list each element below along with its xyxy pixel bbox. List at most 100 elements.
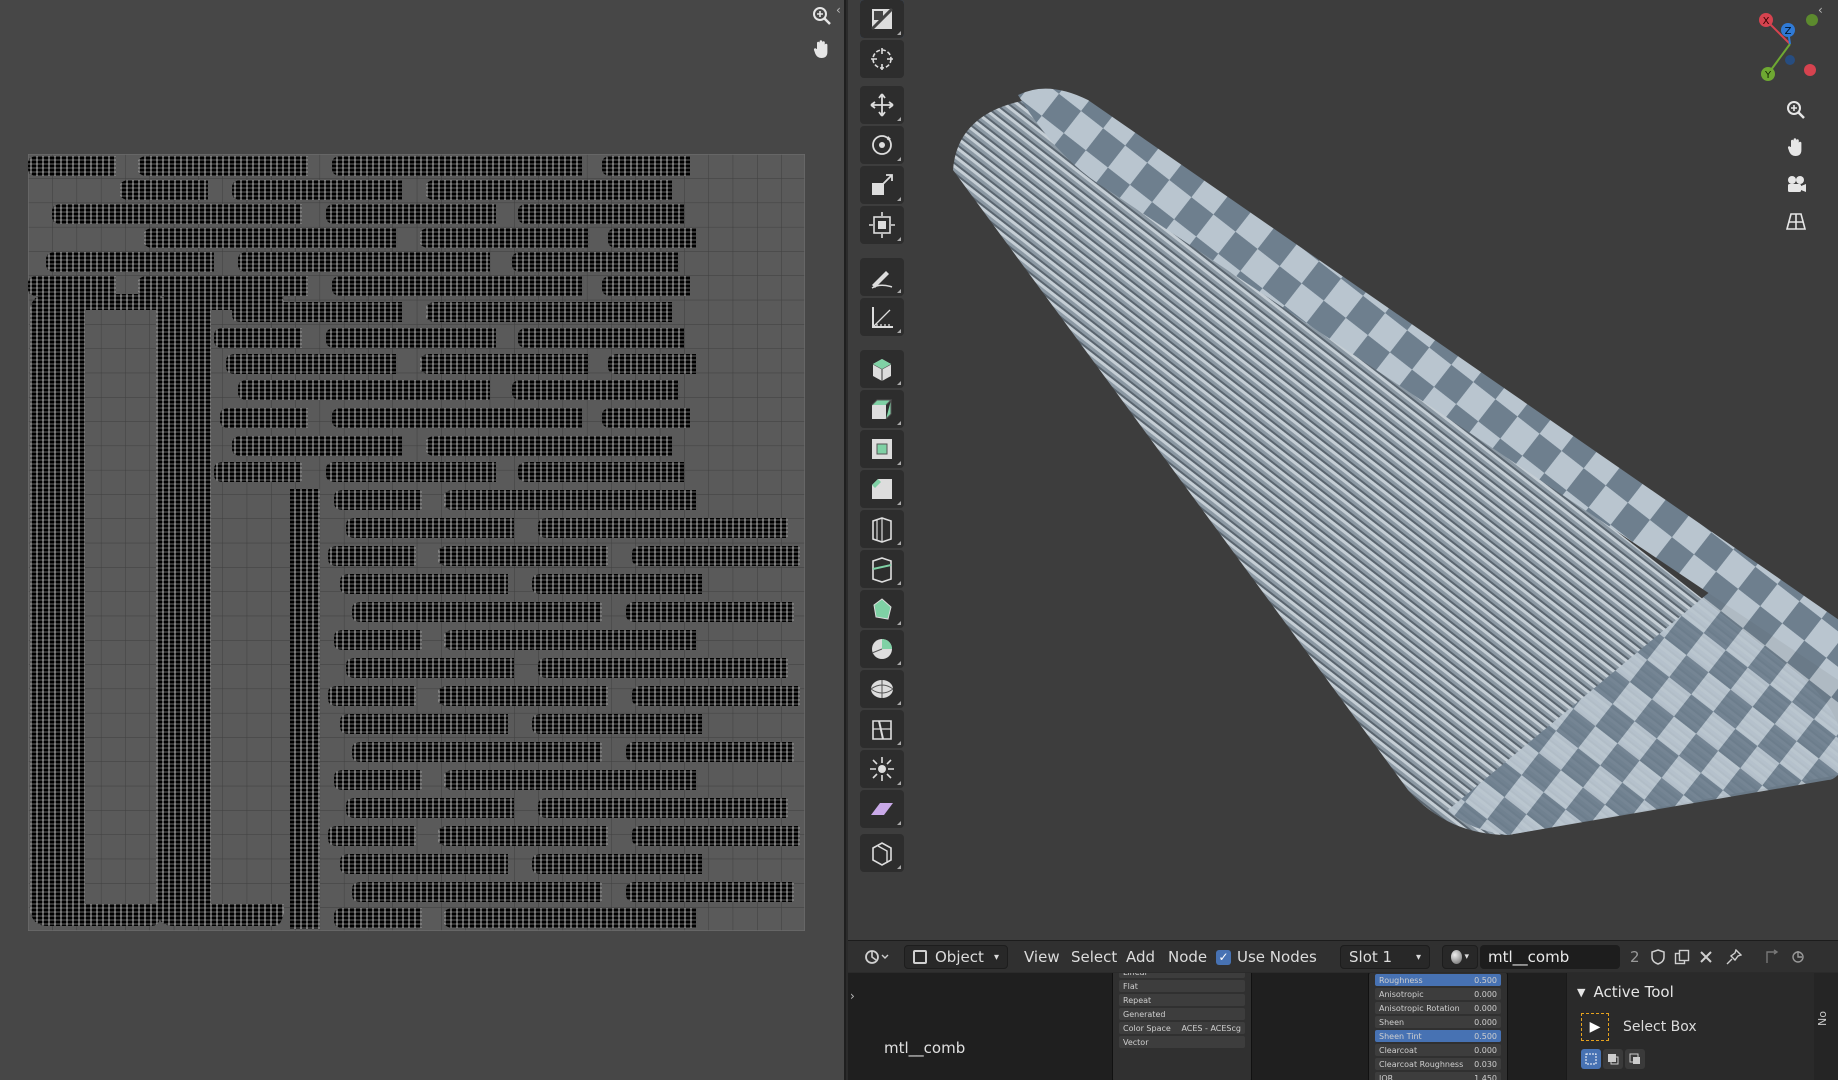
move-tool[interactable] <box>860 86 904 124</box>
measure-tool[interactable] <box>860 298 904 336</box>
scale-tool[interactable] <box>860 166 904 204</box>
node-socket-row[interactable]: Anisotropic Rotation 0.000 <box>1375 1002 1501 1014</box>
gizmo-neg-y[interactable] <box>1806 14 1818 26</box>
slot-dropdown[interactable]: Slot 1 ▾ <box>1340 945 1430 969</box>
select-box-icon[interactable]: ▶ <box>1581 1013 1609 1041</box>
node-socket-row[interactable]: Sheen Tint 0.500 <box>1375 1030 1501 1042</box>
3d-viewport[interactable]: X Z Y ‹ <box>848 0 1838 940</box>
duplicate-icon[interactable] <box>1670 945 1694 969</box>
node-socket-row[interactable]: Anisotropic 0.000 <box>1375 988 1501 1000</box>
uv-island <box>426 658 514 678</box>
inset-tool[interactable] <box>860 430 904 468</box>
node-socket-row[interactable]: Clearcoat Roughness 0.030 <box>1375 1058 1501 1070</box>
node-socket-row[interactable]: Flat <box>1119 980 1245 992</box>
principled-bsdf-node[interactable]: Roughness 0.500 Anisotropic 0.000 Anisotropi… <box>1368 973 1508 1080</box>
parent-node-tree-icon[interactable] <box>1760 945 1784 969</box>
image-texture-node[interactable]: Linear Flat Repeat Generated Color Space ACES… <box>1112 973 1252 1080</box>
menu-node[interactable]: Node <box>1168 945 1207 969</box>
gizmo-neg-x[interactable] <box>1804 64 1816 76</box>
collapse-toolbar-arrow-icon[interactable]: ‹ <box>836 3 841 17</box>
node-socket-row[interactable]: Repeat <box>1119 994 1245 1006</box>
uv-island <box>238 252 326 272</box>
smooth-tool[interactable] <box>860 670 904 708</box>
node-socket-row[interactable]: Sheen 0.000 <box>1375 1016 1501 1028</box>
mode-new-selection-icon[interactable] <box>1581 1049 1601 1069</box>
uv-island <box>438 686 526 706</box>
zoom-icon[interactable] <box>806 0 838 32</box>
chevron-down-icon: ▾ <box>1415 951 1421 963</box>
uv-island <box>346 798 434 818</box>
use-nodes-checkbox[interactable]: ✓ Use Nodes <box>1216 945 1317 969</box>
poly-build-tool[interactable] <box>860 590 904 628</box>
unlink-close-icon[interactable] <box>1694 945 1718 969</box>
node-editor-icon[interactable] <box>860 945 894 969</box>
menu-view[interactable]: View <box>1024 945 1060 969</box>
mode-extend-selection-icon[interactable] <box>1603 1049 1623 1069</box>
uv-editor[interactable]: ‹ <box>0 0 846 1080</box>
bevel-tool[interactable] <box>860 470 904 508</box>
object-mode-dropdown[interactable]: Object ▾ <box>904 945 1008 969</box>
uv-grid-canvas[interactable] <box>28 154 805 931</box>
zoom-icon[interactable] <box>1780 94 1812 126</box>
uv-island <box>432 882 520 902</box>
material-name-field[interactable]: mtl__comb <box>1480 945 1620 969</box>
submenu-corner-indicator <box>897 865 901 869</box>
node-socket-row[interactable]: Color Space ACES - ACEScg <box>1119 1022 1245 1034</box>
menu-select[interactable]: Select <box>1071 945 1117 969</box>
rip-tool[interactable] <box>860 834 904 872</box>
loop-cut-tool[interactable] <box>860 510 904 548</box>
uv-island <box>420 574 508 594</box>
node-socket-row[interactable]: Vector <box>1119 1036 1245 1048</box>
uv-island <box>614 714 702 734</box>
edge-slide-icon <box>872 720 892 740</box>
snap-icon[interactable] <box>1786 945 1810 969</box>
submenu-corner-indicator <box>897 701 901 705</box>
image-tool[interactable] <box>860 0 904 38</box>
node-socket-row[interactable]: Generated <box>1119 1008 1245 1020</box>
socket-label: Clearcoat <box>1379 1045 1418 1055</box>
shrink-fatten-tool[interactable] <box>860 750 904 788</box>
uv-island <box>138 156 226 176</box>
uv-island <box>526 490 614 510</box>
add-cube-tool[interactable] <box>860 350 904 388</box>
hand-icon[interactable] <box>1780 131 1812 163</box>
pin-icon[interactable] <box>1722 945 1746 969</box>
fake-user-shield-icon[interactable] <box>1646 945 1670 969</box>
transform-tool[interactable] <box>860 206 904 244</box>
shear-tool[interactable] <box>860 790 904 828</box>
knife-tool[interactable] <box>860 550 904 588</box>
node-socket-row[interactable]: Linear <box>1119 973 1245 978</box>
uv-island <box>596 328 684 348</box>
socket-label: Sheen Tint <box>1379 1031 1422 1041</box>
uv-island <box>340 714 428 734</box>
node-socket-row[interactable]: Clearcoat 0.000 <box>1375 1044 1501 1056</box>
collapse-sidebar-arrow-icon[interactable]: ‹ <box>1818 3 1823 17</box>
material-browse-button[interactable]: ▾ <box>1442 945 1478 969</box>
camera-icon[interactable] <box>1780 168 1812 200</box>
socket-label: Clearcoat Roughness <box>1379 1059 1464 1069</box>
node-socket-row[interactable]: Roughness 0.500 <box>1375 974 1501 986</box>
cursor-tool[interactable] <box>860 40 904 78</box>
navigation-gizmo[interactable]: X Z Y <box>1728 0 1828 90</box>
edge-slide-tool[interactable] <box>860 710 904 748</box>
extrude-tool[interactable] <box>860 390 904 428</box>
perspective-grid-icon[interactable] <box>1780 205 1812 237</box>
expand-toolbar-arrow-icon[interactable]: › <box>850 989 855 1003</box>
uv-island <box>420 228 508 248</box>
hand-icon[interactable] <box>806 33 838 65</box>
menu-add[interactable]: Add <box>1126 945 1155 969</box>
uv-island <box>520 546 608 566</box>
uv-island <box>352 742 440 762</box>
annotate-tool[interactable] <box>860 258 904 296</box>
viewport-canvas[interactable] <box>848 0 1838 940</box>
uv-island <box>326 204 414 224</box>
rotate-tool[interactable] <box>860 126 904 164</box>
tab-node[interactable]: No <box>1816 1011 1836 1026</box>
comb-mesh[interactable] <box>953 88 1838 835</box>
uv-island <box>334 490 422 510</box>
gizmo-neg-z[interactable] <box>1785 55 1795 65</box>
node-socket-row[interactable]: IOR 1.450 <box>1375 1072 1501 1080</box>
active-tool-panel-header[interactable]: ▼ Active Tool <box>1577 983 1674 1001</box>
mode-subtract-selection-icon[interactable] <box>1625 1049 1645 1069</box>
spin-tool[interactable] <box>860 630 904 668</box>
